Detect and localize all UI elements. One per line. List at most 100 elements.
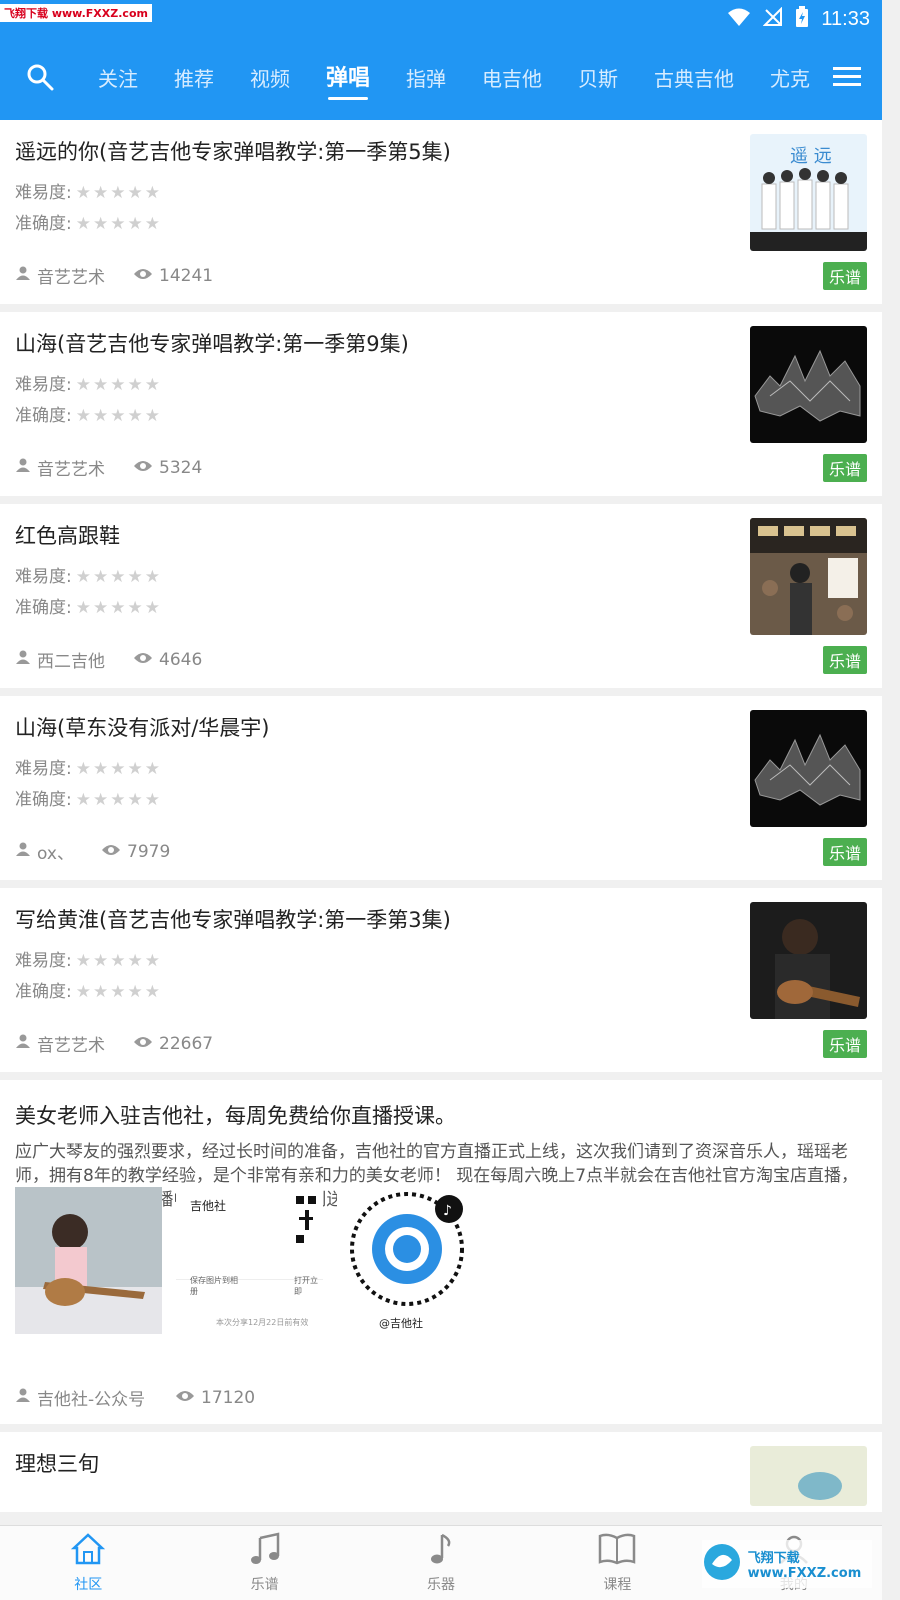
watermark-label: 飞翔下载 www.FXXZ.com <box>0 4 152 22</box>
author-name: 西二吉他 <box>37 652 105 672</box>
sheet-music-badge: 乐谱 <box>822 646 867 674</box>
tab-recommend[interactable]: 推荐 <box>174 38 214 120</box>
nav-mine[interactable]: 我的 飞翔下载 www.FXXZ.com <box>701 1526 882 1600</box>
nav-label: 社区 <box>74 1577 103 1593</box>
qr-guide-open-text: 打开立即 <box>294 1276 318 1296</box>
accuracy-rating: 准确度: ★★★★★ <box>15 209 162 234</box>
view-number: 7979 <box>127 841 171 862</box>
item-meta: 音艺艺术 22667 <box>15 1031 213 1056</box>
list-item[interactable]: 山海(草东没有派对/华晨宇) 难易度: ★★★★★ 准确度: ★★★★★ ox、 7… <box>0 696 882 880</box>
eye-icon <box>133 458 153 478</box>
user-icon <box>15 265 31 286</box>
post-meta: 吉他社-公众号 17120 <box>15 1385 255 1410</box>
author-name: 吉他社-公众号 <box>37 1390 146 1410</box>
item-meta: 音艺艺术 5324 <box>15 455 202 480</box>
author[interactable]: 音艺艺术 <box>15 1031 133 1056</box>
bottom-nav: 社区 乐谱 乐器 课程 我的 飞翔下载 www.FXXZ.com <box>0 1525 882 1600</box>
tab-ukulele[interactable]: 尤克 <box>770 38 810 120</box>
stars-icon: ★★★★★ <box>75 375 162 395</box>
view-number: 14241 <box>159 265 214 286</box>
accuracy-rating: 准确度: ★★★★★ <box>15 977 162 1002</box>
user-icon <box>15 457 31 478</box>
view-count: 4646 <box>133 650 202 670</box>
nav-sheet-music[interactable]: 乐谱 <box>176 1526 352 1600</box>
author[interactable]: ox、 <box>15 839 101 864</box>
difficulty-label: 难易度: <box>15 375 72 395</box>
difficulty-rating: 难易度: ★★★★★ <box>15 946 162 971</box>
eye-icon <box>133 650 153 670</box>
tab-bass[interactable]: 贝斯 <box>578 38 618 120</box>
item-title: 山海(音艺吉他专家弹唱教学:第一季第9集) <box>15 332 409 356</box>
menu-button[interactable] <box>812 38 882 120</box>
article-post[interactable]: 美女老师入驻吉他社，每周免费给你直播授课。 应广大琴友的强烈要求，经过长时间的准… <box>0 1080 882 1424</box>
post-image-douyin-qr[interactable]: ♪ @吉他社 <box>337 1187 484 1334</box>
item-thumbnail[interactable] <box>750 710 867 827</box>
author[interactable]: 音艺艺术 <box>15 455 133 480</box>
accuracy-label: 准确度: <box>15 598 72 618</box>
post-image-qr-guide[interactable]: 吉他社 保存图片到相册 打开立即 本次分享12月22日前有效 <box>176 1187 323 1334</box>
search-button[interactable] <box>0 38 80 120</box>
stars-icon: ★★★★★ <box>75 951 162 971</box>
author[interactable]: 音艺艺术 <box>15 263 133 288</box>
accuracy-rating: 准确度: ★★★★★ <box>15 401 162 426</box>
tab-fingerstyle[interactable]: 指弹 <box>406 38 446 120</box>
nav-community[interactable]: 社区 <box>0 1526 176 1600</box>
item-thumbnail[interactable] <box>750 1446 867 1506</box>
item-thumbnail[interactable] <box>750 902 867 1019</box>
list-item[interactable]: 理想三旬 <box>0 1432 882 1512</box>
user-icon <box>15 841 31 862</box>
list-item[interactable]: 红色高跟鞋 难易度: ★★★★★ 准确度: ★★★★★ 西二吉他 4646 乐谱 <box>0 504 882 688</box>
music-note-icon <box>248 1532 282 1570</box>
qr-guide-title: 吉他社 <box>190 1199 227 1213</box>
stars-icon: ★★★★★ <box>75 406 162 426</box>
list-item[interactable]: 遥远的你(音艺吉他专家弹唱教学:第一季第5集) 难易度: ★★★★★ 准确度: ★★… <box>0 120 882 304</box>
tab-follow[interactable]: 关注 <box>98 38 138 120</box>
item-thumbnail[interactable]: 遥 远 <box>750 134 867 251</box>
stars-icon: ★★★★★ <box>75 183 162 203</box>
user-icon <box>15 1387 31 1408</box>
item-thumbnail[interactable] <box>750 326 867 443</box>
logo-icon <box>702 1542 742 1586</box>
svg-text:♪: ♪ <box>443 1203 452 1219</box>
accuracy-rating: 准确度: ★★★★★ <box>15 593 162 618</box>
battery-icon <box>795 6 809 33</box>
nav-instruments[interactable]: 乐器 <box>353 1526 529 1600</box>
status-icons: 11:33 <box>727 6 870 33</box>
quaver-icon <box>424 1532 458 1570</box>
app-bar: 飞翔下载 www.FXXZ.com 11:33 关注 推荐 视频 弹唱 指弹 电… <box>0 0 882 120</box>
nav-label: 乐谱 <box>250 1577 279 1593</box>
view-number: 5324 <box>159 457 203 478</box>
post-image-teacher[interactable] <box>15 1187 162 1334</box>
item-title: 理想三旬 <box>15 1452 99 1476</box>
sheet-music-badge: 乐谱 <box>822 454 867 482</box>
item-title: 遥远的你(音艺吉他专家弹唱教学:第一季第5集) <box>15 140 451 164</box>
status-bar: 飞翔下载 www.FXXZ.com 11:33 <box>0 0 882 38</box>
stars-icon: ★★★★★ <box>75 567 162 587</box>
item-title: 红色高跟鞋 <box>15 524 120 548</box>
author-name: ox、 <box>37 844 74 864</box>
tab-classical[interactable]: 古典吉他 <box>654 38 734 120</box>
author[interactable]: 吉他社-公众号 <box>15 1385 175 1410</box>
svg-text:遥 远: 遥 远 <box>790 146 832 167</box>
list-item[interactable]: 山海(音艺吉他专家弹唱教学:第一季第9集) 难易度: ★★★★★ 准确度: ★★★★… <box>0 312 882 496</box>
item-title: 山海(草东没有派对/华晨宇) <box>15 716 270 740</box>
author-name: 音艺艺术 <box>37 268 105 288</box>
accuracy-label: 准确度: <box>15 406 72 426</box>
sheet-music-badge: 乐谱 <box>822 1030 867 1058</box>
difficulty-rating: 难易度: ★★★★★ <box>15 370 162 395</box>
eye-icon <box>133 266 153 286</box>
item-title: 写给黄淮(音艺吉他专家弹唱教学:第一季第3集) <box>15 908 451 932</box>
list-item[interactable]: 写给黄淮(音艺吉他专家弹唱教学:第一季第3集) 难易度: ★★★★★ 准确度: ★★… <box>0 888 882 1072</box>
tab-strum-sing[interactable]: 弹唱 <box>326 38 370 120</box>
nav-courses[interactable]: 课程 <box>529 1526 705 1600</box>
stars-icon: ★★★★★ <box>75 598 162 618</box>
difficulty-label: 难易度: <box>15 183 72 203</box>
wifi-icon <box>727 7 751 32</box>
tab-video[interactable]: 视频 <box>250 38 290 120</box>
stars-icon: ★★★★★ <box>75 982 162 1002</box>
tab-electric[interactable]: 电吉他 <box>482 38 542 120</box>
qr-guide-save-text: 保存图片到相册 <box>190 1276 238 1296</box>
author[interactable]: 西二吉他 <box>15 647 133 672</box>
item-thumbnail[interactable] <box>750 518 867 635</box>
stars-icon: ★★★★★ <box>75 214 162 234</box>
